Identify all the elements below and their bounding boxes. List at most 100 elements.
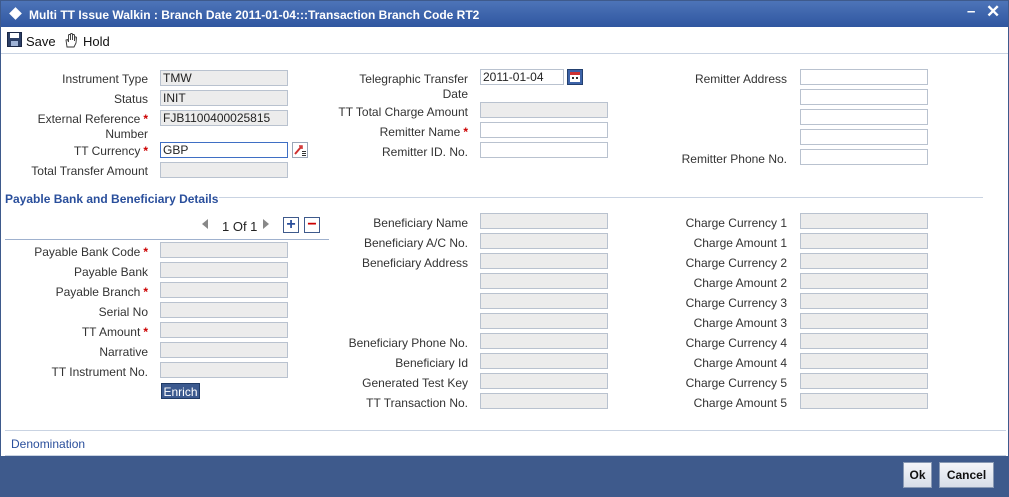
footer-bar: Ok Cancel xyxy=(1,456,1008,496)
serial-no-label: Serial No xyxy=(98,305,148,319)
status-label: Status xyxy=(113,92,148,106)
beneficiary-address-line-4[interactable] xyxy=(480,313,608,329)
beneficiary-account-label: Beneficiary A/C No. xyxy=(363,236,468,250)
beneficiary-id-label: Beneficiary Id xyxy=(395,356,468,370)
minimize-icon[interactable]: – xyxy=(967,3,975,20)
section-divider xyxy=(219,197,983,198)
charge-amount-1-label: Charge Amount 1 xyxy=(693,236,787,250)
charge-amount-4-field[interactable] xyxy=(800,353,928,369)
charge-currency-1-label: Charge Currency 1 xyxy=(685,216,787,230)
denomination-link[interactable]: Denomination xyxy=(11,437,85,451)
charge-amount-1-field[interactable] xyxy=(800,233,928,249)
beneficiary-address-line-2[interactable] xyxy=(480,273,608,289)
charge-amount-4-label: Charge Amount 4 xyxy=(693,356,787,370)
charge-currency-1-field[interactable] xyxy=(800,213,928,229)
beneficiary-address-label: Beneficiary Address xyxy=(361,256,468,270)
payable-bank-field[interactable] xyxy=(160,262,288,278)
floppy-disk-icon xyxy=(7,32,22,50)
required-marker: * xyxy=(143,112,148,126)
total-transfer-amount-field xyxy=(160,162,288,178)
ok-button[interactable]: Ok xyxy=(903,462,932,488)
charge-amount-5-field[interactable] xyxy=(800,393,928,409)
tt-instrument-no-label: TT Instrument No. xyxy=(51,365,148,379)
narrative-field[interactable] xyxy=(160,342,288,358)
generated-test-key-field[interactable] xyxy=(480,373,608,389)
required-marker: * xyxy=(143,285,148,299)
charge-amount-2-field[interactable] xyxy=(800,273,928,289)
payable-branch-label: Payable Branch * xyxy=(21,285,148,299)
hold-button[interactable]: Hold xyxy=(63,32,110,49)
remitter-name-label-text: Remitter Name xyxy=(379,125,461,139)
tt-amount-label: TT Amount * xyxy=(21,325,148,339)
denomination-bar: Denomination xyxy=(5,430,1006,456)
total-transfer-amount-label: Total Transfer Amount xyxy=(31,164,148,178)
serial-no-field[interactable] xyxy=(160,302,288,318)
remitter-name-field[interactable] xyxy=(480,122,608,138)
pagination-bar: 1 Of 1 + − xyxy=(5,211,329,240)
required-marker: * xyxy=(463,125,468,139)
calendar-icon[interactable] xyxy=(567,69,583,85)
charge-currency-3-field[interactable] xyxy=(800,293,928,309)
beneficiary-phone-label: Beneficiary Phone No. xyxy=(348,336,468,350)
hold-label: Hold xyxy=(83,33,110,49)
charge-currency-2-field[interactable] xyxy=(800,253,928,269)
remitter-address-line-1[interactable] xyxy=(800,69,928,85)
charge-amount-5-label: Charge Amount 5 xyxy=(693,396,787,410)
external-reference-label-text: External Reference xyxy=(37,112,141,126)
close-icon[interactable]: ✕ xyxy=(986,2,1000,22)
tt-currency-label-text: TT Currency xyxy=(73,144,141,158)
beneficiary-account-field[interactable] xyxy=(480,233,608,249)
charge-currency-4-field[interactable] xyxy=(800,333,928,349)
tt-total-charge-amount-field xyxy=(480,102,608,118)
charge-amount-3-field[interactable] xyxy=(800,313,928,329)
required-marker: * xyxy=(143,325,148,339)
remitter-address-line-2[interactable] xyxy=(800,89,928,105)
tt-amount-label-text: TT Amount xyxy=(81,325,141,339)
charge-currency-5-field[interactable] xyxy=(800,373,928,389)
remitter-address-label: Remitter Address xyxy=(694,72,787,86)
tt-date-field[interactable]: 2011-01-04 xyxy=(480,69,564,85)
tt-transaction-no-field[interactable] xyxy=(480,393,608,409)
required-marker: * xyxy=(143,245,148,259)
cancel-button[interactable]: Cancel xyxy=(939,462,994,488)
payable-branch-field[interactable] xyxy=(160,282,288,298)
tt-currency-label: TT Currency * xyxy=(21,144,148,158)
remitter-id-label: Remitter ID. No. xyxy=(381,145,468,159)
add-row-button[interactable]: + xyxy=(283,217,299,233)
tt-transaction-no-label: TT Transaction No. xyxy=(366,396,468,410)
beneficiary-phone-field[interactable] xyxy=(480,333,608,349)
remitter-id-field[interactable] xyxy=(480,142,608,158)
beneficiary-id-field[interactable] xyxy=(480,353,608,369)
charge-currency-5-label: Charge Currency 5 xyxy=(685,376,787,390)
remitter-address-line-3[interactable] xyxy=(800,109,928,125)
external-reference-label-2: Number xyxy=(105,127,148,141)
payable-bank-code-field[interactable] xyxy=(160,242,288,258)
generated-test-key-label: Generated Test Key xyxy=(362,376,468,390)
external-reference-label: External Reference * xyxy=(21,112,148,126)
beneficiary-address-line-3[interactable] xyxy=(480,293,608,309)
remitter-address-line-4[interactable] xyxy=(800,129,928,145)
required-marker: * xyxy=(143,144,148,158)
instrument-type-field: TMW xyxy=(160,70,288,86)
status-field: INIT xyxy=(160,90,288,106)
tt-total-charge-amount-label: TT Total Charge Amount xyxy=(338,105,468,119)
previous-icon[interactable] xyxy=(202,219,208,229)
telegraphic-transfer-date-label: Telegraphic Transfer xyxy=(359,72,468,86)
enrich-button[interactable]: Enrich xyxy=(161,383,200,399)
external-reference-field[interactable]: FJB1100400025815 xyxy=(160,110,288,126)
tt-instrument-no-field[interactable] xyxy=(160,362,288,378)
charge-amount-2-label: Charge Amount 2 xyxy=(693,276,787,290)
beneficiary-name-field[interactable] xyxy=(480,213,608,229)
beneficiary-address-line-1[interactable] xyxy=(480,253,608,269)
remitter-phone-field[interactable] xyxy=(800,149,928,165)
charge-currency-3-label: Charge Currency 3 xyxy=(685,296,787,310)
next-icon[interactable] xyxy=(263,219,269,229)
title-bar: Multi TT Issue Walkin : Branch Date 2011… xyxy=(1,1,1008,27)
section-title: Payable Bank and Beneficiary Details xyxy=(5,192,219,206)
diamond-icon xyxy=(9,7,22,20)
save-button[interactable]: Save xyxy=(7,32,56,50)
toolbar: Save Hold xyxy=(1,27,1008,54)
payable-bank-code-label: Payable Bank Code * xyxy=(21,245,148,259)
tt-amount-field[interactable] xyxy=(160,322,288,338)
tt-currency-field[interactable]: GBP xyxy=(160,142,288,158)
